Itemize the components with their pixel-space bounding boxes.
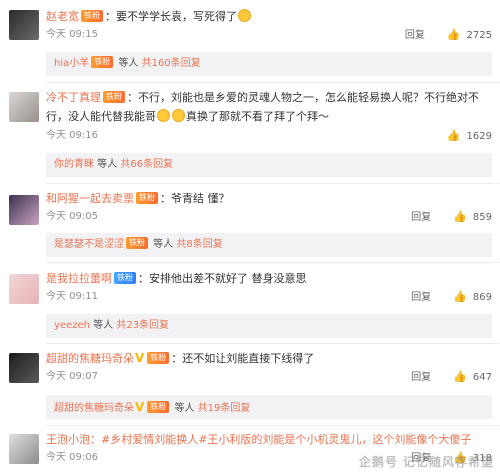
like-count: 2725 bbox=[466, 30, 492, 41]
username[interactable]: 和阿猩一起去卖票 bbox=[46, 192, 134, 205]
reply-suffix: 等人 bbox=[89, 320, 117, 331]
reply-user[interactable]: hia小羊 bbox=[54, 58, 89, 69]
fan-badge: 铁粉 bbox=[136, 192, 158, 204]
fan-badge: 铁粉 bbox=[147, 352, 170, 364]
fan-badge: 铁粉 bbox=[114, 272, 136, 284]
thumbs-up-icon[interactable]: 👍 bbox=[453, 210, 467, 223]
reply-count[interactable]: 共19条回复 bbox=[198, 403, 251, 414]
avatar[interactable] bbox=[9, 195, 39, 225]
divider bbox=[46, 82, 500, 83]
comment-text: ：还不如让刘能直接下线得了 bbox=[171, 352, 315, 365]
reply-summary[interactable]: yeezeh 等人 共23条回复 bbox=[46, 314, 492, 338]
avatar[interactable] bbox=[9, 92, 39, 122]
reply-suffix: 等人 bbox=[150, 239, 177, 250]
timestamp: 今天 09:15 bbox=[46, 29, 98, 40]
fan-badge: 铁粉 bbox=[147, 401, 170, 413]
comment-text: ：#乡村爱情刘能换人#王小利版的刘能是个小机灵鬼儿，这个刘能像个大傻子 bbox=[90, 433, 472, 446]
timestamp: 今天 09:07 bbox=[46, 371, 98, 382]
reply-button[interactable]: 回复 bbox=[411, 292, 431, 303]
like-count: 859 bbox=[472, 212, 492, 223]
timestamp: 今天 09:05 bbox=[46, 211, 98, 222]
reply-summary[interactable]: 你的青眯 等人 共66条回复 bbox=[46, 153, 492, 177]
comment-text: ：要不学学长袁，写死得了 bbox=[105, 10, 237, 23]
thumbs-up-icon[interactable]: 👍 bbox=[447, 28, 461, 41]
reply-summary[interactable]: hia小羊 铁粉 等人 共160条回复 bbox=[46, 52, 492, 76]
username[interactable]: 赵老宽 bbox=[46, 10, 79, 23]
reply-button[interactable]: 回复 bbox=[411, 212, 431, 223]
comment-text: ：爷青结 懂？ bbox=[160, 192, 230, 205]
divider bbox=[46, 262, 500, 263]
comment-text: ：安排他出差不就好了 替身没意思 bbox=[138, 272, 307, 285]
verified-v-icon: V bbox=[135, 400, 145, 414]
divider bbox=[46, 425, 500, 426]
reply-count[interactable]: 共23条回复 bbox=[116, 320, 169, 331]
reply-user[interactable]: 你的青眯 bbox=[54, 159, 94, 170]
avatar[interactable] bbox=[9, 434, 39, 464]
thumbs-up-icon[interactable]: 👍 bbox=[453, 290, 467, 303]
reply-suffix: 等人 bbox=[94, 159, 121, 170]
reply-suffix: 等人 bbox=[115, 58, 142, 69]
reply-user[interactable]: yeezeh bbox=[54, 320, 90, 331]
like-count: 869 bbox=[472, 292, 492, 303]
verified-v-icon: V bbox=[135, 351, 145, 365]
comment-text-continued: 真换了那就不看了拜了个拜～ bbox=[186, 110, 329, 123]
watermark: 企鹅号 记忆随风存希望 bbox=[358, 455, 494, 469]
reply-summary[interactable]: 是瑟瑟不是涩涩 铁粉 等人 共8条回复 bbox=[46, 233, 492, 257]
timestamp: 今天 09:06 bbox=[46, 452, 98, 463]
fan-badge: 铁粉 bbox=[126, 237, 148, 249]
thumbs-up-icon[interactable]: 👍 bbox=[447, 129, 461, 142]
fan-badge: 铁粉 bbox=[81, 10, 103, 22]
emoji-icon bbox=[238, 9, 251, 22]
reply-suffix: 等人 bbox=[171, 403, 198, 414]
avatar[interactable] bbox=[9, 10, 39, 40]
emoji-icon bbox=[157, 109, 170, 122]
reply-count[interactable]: 共8条回复 bbox=[176, 239, 222, 250]
reply-count[interactable]: 共66条回复 bbox=[120, 159, 173, 170]
divider bbox=[46, 343, 500, 344]
reply-count[interactable]: 共160条回复 bbox=[142, 58, 201, 69]
username[interactable]: 冷不丁真理 bbox=[46, 91, 101, 104]
emoji-icon bbox=[172, 109, 185, 122]
divider bbox=[46, 183, 500, 184]
reply-button[interactable]: 回复 bbox=[411, 372, 431, 383]
timestamp: 今天 09:11 bbox=[46, 291, 98, 302]
thumbs-up-icon[interactable]: 👍 bbox=[453, 370, 467, 383]
fan-badge: 铁粉 bbox=[91, 56, 114, 68]
reply-user[interactable]: 超甜的焦糖玛奇朵 bbox=[54, 403, 134, 414]
reply-button[interactable]: 回复 bbox=[405, 30, 425, 41]
like-count: 1629 bbox=[466, 131, 492, 142]
timestamp: 今天 09:16 bbox=[46, 130, 98, 141]
avatar[interactable] bbox=[9, 353, 39, 383]
username[interactable]: 王泡小泡 bbox=[46, 433, 90, 446]
username[interactable]: 超甜的焦糖玛奇朵 bbox=[46, 352, 134, 365]
reply-summary[interactable]: 超甜的焦糖玛奇朵V 铁粉 等人 共19条回复 bbox=[46, 395, 492, 419]
fan-badge: 铁粉 bbox=[103, 91, 125, 103]
like-count: 647 bbox=[472, 372, 492, 383]
username[interactable]: 是我拉拉蕾啊 bbox=[46, 272, 112, 285]
avatar[interactable] bbox=[9, 274, 39, 304]
reply-user[interactable]: 是瑟瑟不是涩涩 bbox=[54, 239, 124, 250]
